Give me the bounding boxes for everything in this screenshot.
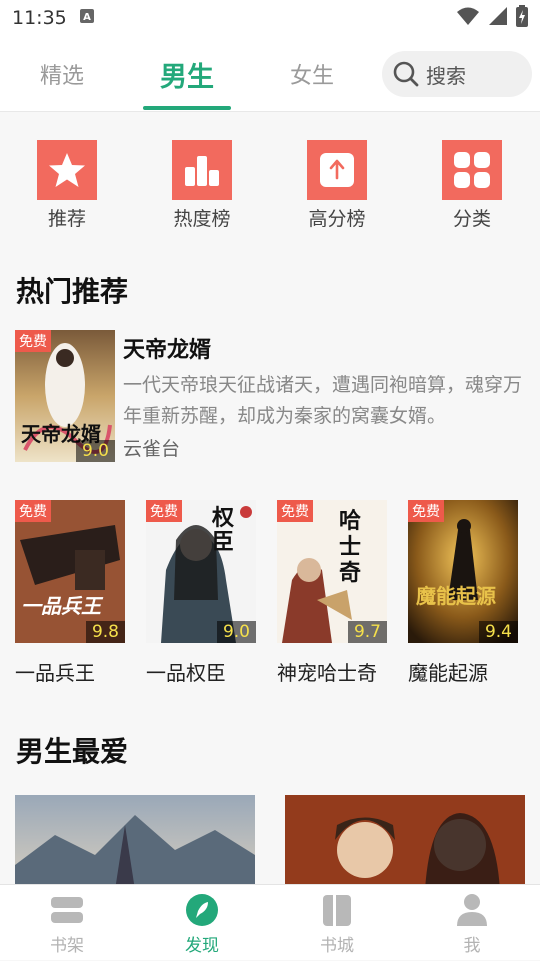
category-top-score[interactable]: 高分榜 xyxy=(287,140,387,231)
cover-title: 一品兵王 xyxy=(21,594,101,618)
free-badge: 免费 xyxy=(15,330,51,352)
category-label: 分类 xyxy=(452,208,491,230)
book-cover[interactable]: 一品兵王 免费 9.8 xyxy=(15,500,125,643)
search-placeholder: 搜索 xyxy=(426,63,466,88)
arrow-up-icon xyxy=(307,140,367,200)
star-icon xyxy=(37,140,97,200)
battery-icon xyxy=(516,5,528,31)
section-title-favorites: 男生最爱 xyxy=(16,735,129,768)
featured-book[interactable]: 天帝龙婿 免费 9.0 天帝龙婿 一代天帝琅天征战诸天，遭遇同袍暗算，魂穿万年重… xyxy=(15,330,530,462)
score-badge: 9.0 xyxy=(216,621,256,643)
status-time: 11:35 xyxy=(12,7,67,29)
book-cover[interactable]: 哈士奇 免费 9.7 xyxy=(277,500,387,643)
banner-art xyxy=(285,795,525,890)
person-icon xyxy=(457,894,487,926)
banner-art xyxy=(15,795,255,890)
cover-title: 魔能起源 xyxy=(416,584,496,608)
free-badge: 免费 xyxy=(15,500,51,522)
book-cover[interactable]: 天帝龙婿 免费 9.0 xyxy=(15,330,115,462)
book-card[interactable]: 一品兵王 免费 9.8 一品兵王 xyxy=(15,500,125,686)
bottom-nav: 书架 发现 书城 我 xyxy=(0,884,540,960)
book-card[interactable]: 魔能起源 免费 9.4 魔能起源 xyxy=(408,500,518,686)
nav-label: 书架 xyxy=(50,936,84,956)
nav-bookshelf[interactable]: 书架 xyxy=(22,885,112,961)
section-title-hot: 热门推荐 xyxy=(16,275,129,308)
category-label: 高分榜 xyxy=(308,208,366,230)
bookshelf-icon xyxy=(51,897,83,923)
search-icon xyxy=(393,61,419,87)
score-badge: 9.0 xyxy=(75,440,115,462)
book-description: 一代天帝琅天征战诸天，遭遇同袍暗算，魂穿万年重新苏醒，却成为秦家的窝囊女婿。 xyxy=(123,374,523,427)
tab-active-indicator xyxy=(143,106,231,110)
banner-card[interactable] xyxy=(15,795,255,890)
free-badge: 免费 xyxy=(277,500,313,522)
book-icon xyxy=(323,895,351,926)
cover-title: 权臣 xyxy=(212,505,235,555)
nav-discover[interactable]: 发现 xyxy=(157,885,247,961)
score-badge: 9.8 xyxy=(85,621,125,643)
top-tab-bar: 精选 男生 女生 搜索 xyxy=(0,36,540,112)
status-bar: 11:35 A xyxy=(0,0,540,36)
category-classify[interactable]: 分类 xyxy=(422,140,522,231)
nav-label: 书城 xyxy=(320,936,354,956)
wifi-icon xyxy=(456,6,480,30)
book-title: 天帝龙婿 xyxy=(123,338,212,363)
tab-female[interactable]: 女生 xyxy=(270,36,354,112)
tab-male[interactable]: 男生 xyxy=(143,36,231,112)
book-title: 神宠哈士奇 xyxy=(277,661,377,685)
book-author: 云雀台 xyxy=(123,438,181,460)
category-hot-rank[interactable]: 热度榜 xyxy=(152,140,252,231)
banner-card[interactable] xyxy=(285,795,525,890)
free-badge: 免费 xyxy=(408,500,444,522)
category-recommend[interactable]: 推荐 xyxy=(17,140,117,231)
nav-bookstore[interactable]: 书城 xyxy=(292,885,382,961)
notification-icon: A xyxy=(79,7,95,29)
free-badge: 免费 xyxy=(146,500,182,522)
nav-label: 发现 xyxy=(185,936,219,956)
svg-text:A: A xyxy=(83,12,91,23)
category-label: 推荐 xyxy=(47,208,86,230)
compass-icon xyxy=(186,894,218,926)
signal-icon xyxy=(488,6,508,30)
nav-profile[interactable]: 我 xyxy=(427,885,517,961)
book-title: 一品兵王 xyxy=(15,661,95,685)
grid-icon xyxy=(442,140,502,200)
cover-title: 哈士奇 xyxy=(339,508,362,586)
search-box[interactable]: 搜索 xyxy=(382,51,532,97)
tab-featured[interactable]: 精选 xyxy=(20,36,104,112)
score-badge: 9.4 xyxy=(478,621,518,643)
category-shortcuts: 推荐 热度榜 高分榜 分类 xyxy=(0,140,540,240)
category-label: 热度榜 xyxy=(173,208,231,230)
book-title: 一品权臣 xyxy=(146,661,226,685)
nav-label: 我 xyxy=(463,936,481,956)
book-card[interactable]: 权臣 免费 9.0 一品权臣 xyxy=(146,500,256,686)
book-title: 魔能起源 xyxy=(408,661,488,685)
book-cover[interactable]: 权臣 免费 9.0 xyxy=(146,500,256,643)
book-card[interactable]: 哈士奇 免费 9.7 神宠哈士奇 xyxy=(277,500,387,686)
book-cover[interactable]: 魔能起源 免费 9.4 xyxy=(408,500,518,643)
score-badge: 9.7 xyxy=(347,621,387,643)
bar-chart-icon xyxy=(172,140,232,200)
